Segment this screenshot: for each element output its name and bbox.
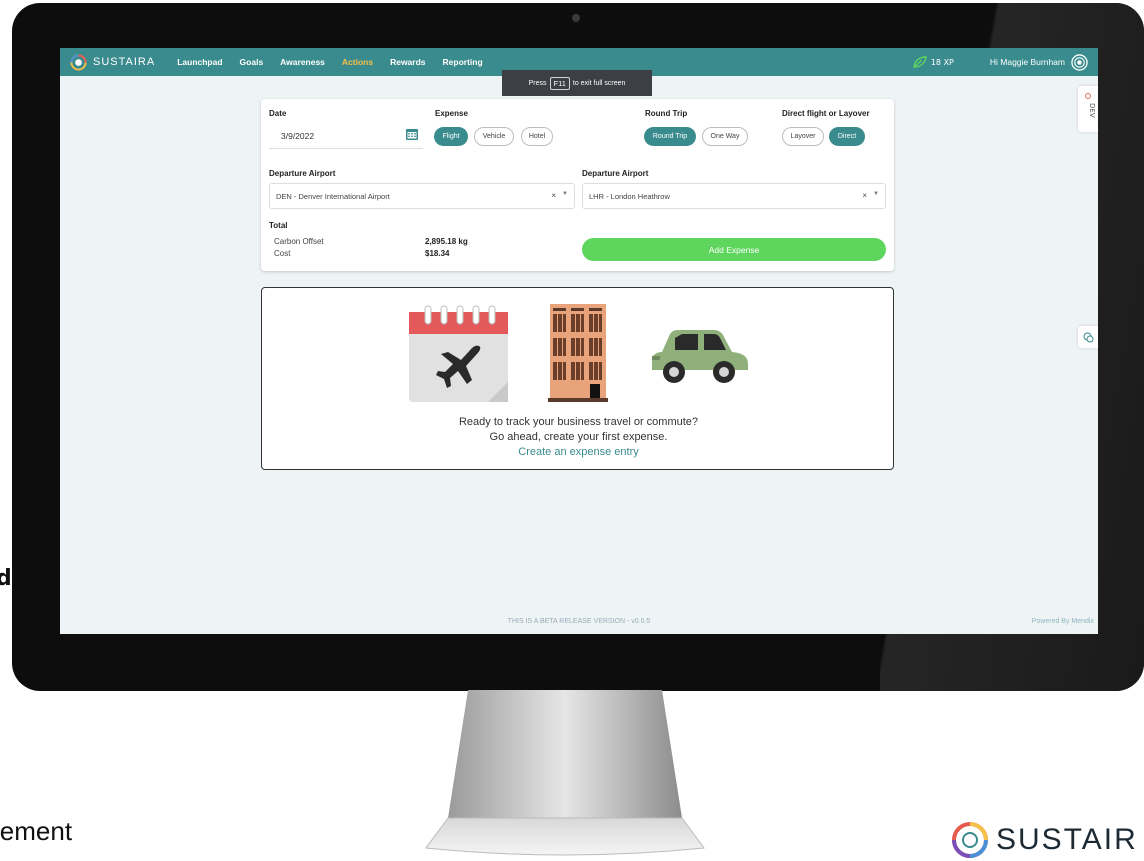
expense-vehicle-button[interactable]: Vehicle — [474, 127, 514, 146]
empty-state-line-2: Go ahead, create your first expense. — [489, 431, 668, 443]
background-text-fragment-bottom: lement — [0, 816, 73, 846]
dev-label: DEV — [1088, 103, 1096, 118]
background-logo: SUSTAIR — [952, 822, 1138, 858]
product-showcase: d, lement SUSTAIR — [0, 0, 1144, 861]
xp-badge[interactable]: 18 XP — [913, 56, 954, 68]
carbon-offset-value: 2,895.18 kg — [425, 237, 468, 246]
add-expense-button[interactable]: Add Expense — [582, 238, 886, 261]
nav-item-rewards[interactable]: Rewards — [390, 57, 425, 67]
building-icon — [548, 304, 608, 402]
nav-item-reporting[interactable]: Reporting — [443, 57, 483, 67]
chat-tab[interactable] — [1078, 326, 1098, 348]
departure-airport-value: DEN - Denver International Airport — [276, 192, 390, 201]
expense-hotel-button[interactable]: Hotel — [521, 127, 553, 146]
date-value: 3/9/2022 — [281, 131, 315, 141]
nav-right: 18 XP Hi Maggie Burnham — [913, 48, 1088, 76]
empty-state-card: Ready to track your business travel or c… — [261, 287, 894, 470]
round-trip-label: Round Trip — [645, 109, 688, 118]
date-label: Date — [269, 109, 287, 118]
expense-form-card: Date 3/9/2022 Expense Flight Vehicle Hot… — [261, 99, 894, 271]
app-screen: SUSTAIRA Launchpad Goals Awareness Actio… — [60, 48, 1098, 634]
car-icon — [652, 330, 748, 383]
date-input[interactable]: 3/9/2022 — [269, 123, 423, 149]
dev-tab[interactable]: DEV — [1078, 86, 1098, 132]
empty-state-line-1: Ready to track your business travel or c… — [458, 416, 699, 428]
cost-value: $18.34 — [425, 249, 450, 258]
clear-icon[interactable]: × — [862, 191, 867, 200]
arrival-airport-value: LHR - London Heathrow — [589, 192, 670, 201]
expense-label: Expense — [435, 109, 468, 118]
powered-by-link[interactable]: Powered By Mendix — [1032, 618, 1094, 625]
carbon-offset-label: Carbon Offset — [274, 237, 324, 246]
arrival-airport-select[interactable]: LHR - London Heathrow × ▼ — [582, 183, 886, 209]
departure-airport-select[interactable]: DEN - Denver International Airport × ▼ — [269, 183, 575, 209]
clear-icon[interactable]: × — [551, 191, 556, 200]
expense-flight-button[interactable]: Flight — [434, 127, 468, 146]
brand[interactable]: SUSTAIRA — [70, 53, 156, 71]
round-trip-button[interactable]: Round Trip — [644, 127, 696, 146]
monitor-camera — [572, 14, 580, 22]
xp-value: 18 XP — [930, 57, 954, 67]
nav-item-awareness[interactable]: Awareness — [280, 57, 325, 67]
direct-button[interactable]: Direct — [829, 127, 865, 146]
arrival-airport-label: Departure Airport — [582, 169, 649, 178]
nav-item-launchpad[interactable]: Launchpad — [177, 57, 222, 67]
nav-item-actions[interactable]: Actions — [342, 57, 373, 67]
toast-prefix: Press — [528, 79, 547, 87]
nav-menu: Launchpad Goals Awareness Actions Reward… — [177, 57, 499, 67]
calendar-icon[interactable] — [405, 127, 419, 141]
toast-key: F11 — [549, 76, 570, 90]
calendar-flight-icon — [409, 305, 508, 402]
nav-item-goals[interactable]: Goals — [240, 57, 264, 67]
fullscreen-toast: Press F11 to exit full screen — [502, 70, 652, 96]
toast-suffix: to exit full screen — [572, 79, 626, 87]
leaf-icon — [913, 56, 927, 68]
sustaira-logo-icon — [952, 822, 988, 858]
beta-version-text: THIS IS A BETA RELEASE VERSION - v0.0.5 — [507, 618, 651, 625]
chevron-down-icon[interactable]: ▼ — [873, 191, 879, 197]
avatar[interactable] — [1071, 53, 1088, 71]
user-greeting[interactable]: Hi Maggie Burnham — [990, 57, 1065, 67]
sustaira-logo-icon — [70, 53, 87, 71]
chat-icon — [1083, 332, 1093, 342]
background-logo-text: SUSTAIR — [996, 823, 1138, 856]
total-label: Total — [269, 221, 288, 230]
departure-airport-label: Departure Airport — [269, 169, 336, 178]
one-way-button[interactable]: One Way — [702, 127, 748, 146]
brand-name: SUSTAIRA — [93, 56, 156, 68]
layover-button[interactable]: Layover — [782, 127, 824, 146]
cost-label: Cost — [274, 249, 291, 258]
monitor-stand — [425, 690, 705, 856]
chevron-down-icon[interactable]: ▼ — [562, 191, 568, 197]
create-expense-link[interactable]: Create an expense entry — [518, 446, 638, 458]
layover-label: Direct flight or Layover — [782, 109, 870, 118]
dev-indicator-icon — [1085, 93, 1091, 99]
